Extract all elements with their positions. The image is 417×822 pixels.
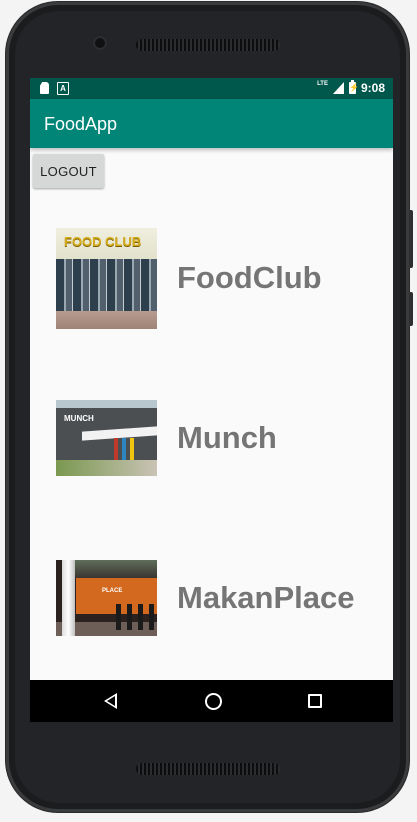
app-bar: FoodApp (30, 99, 393, 148)
network-type: LTE (317, 81, 328, 87)
restaurant-thumbnail: PLACE (56, 560, 157, 636)
bottom-speaker (135, 763, 280, 775)
nav-back-button[interactable] (80, 680, 140, 722)
status-time: 9:08 (360, 81, 385, 95)
restaurant-item-foodclub[interactable]: FOOD CLUB FoodClub (30, 228, 393, 329)
battery-charging-icon (348, 80, 356, 94)
power-button (409, 210, 413, 268)
navigation-bar (30, 680, 393, 722)
app-screen: A LTE 9:08 FoodApp LOGOUT FOOD CLUB Food… (30, 78, 393, 722)
app-title: FoodApp (44, 114, 118, 134)
back-icon (104, 693, 117, 709)
restaurant-item-munch[interactable]: MUNCH Munch (30, 400, 393, 476)
restaurant-name: FoodClub (177, 260, 322, 295)
recents-icon (308, 694, 322, 708)
restaurant-thumbnail: MUNCH (56, 400, 157, 476)
signal-icon (332, 82, 344, 94)
restaurant-name: Munch (177, 420, 277, 455)
earpiece-speaker (135, 39, 280, 51)
logout-button[interactable]: LOGOUT (33, 154, 104, 188)
thumbnail-sign-text: PLACE (102, 588, 123, 594)
a-notification-icon: A (57, 82, 69, 95)
thumbnail-sign-text: MUNCH (64, 414, 94, 423)
thumbnail-sign-text: FOOD CLUB (64, 234, 142, 249)
volume-button (409, 292, 413, 326)
status-bar: A LTE 9:08 (30, 78, 393, 99)
home-icon (205, 693, 222, 710)
nav-home-button[interactable] (183, 680, 243, 722)
nav-recents-button[interactable] (285, 680, 345, 722)
restaurant-name: MakanPlace (177, 580, 355, 615)
front-camera (93, 36, 107, 50)
restaurant-item-makanplace[interactable]: PLACE MakanPlace (30, 560, 393, 636)
restaurant-thumbnail: FOOD CLUB (56, 228, 157, 329)
sd-card-icon (40, 82, 49, 94)
